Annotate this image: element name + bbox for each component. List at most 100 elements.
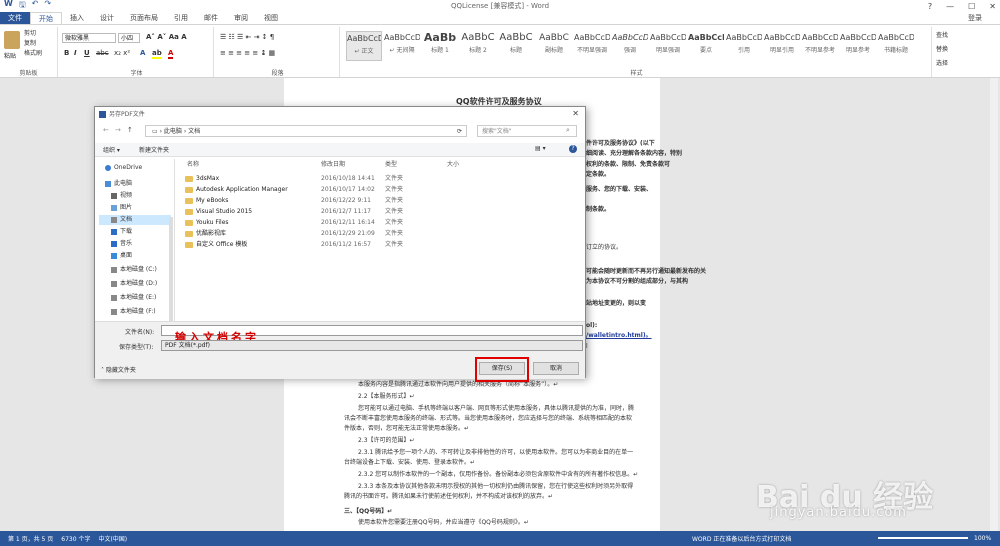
font-size-select[interactable]: 小四 <box>118 33 140 43</box>
login-link[interactable]: 登录 <box>968 13 982 23</box>
style-item[interactable]: AaBbCcDd书籍标题 <box>878 31 914 61</box>
nav-onedrive[interactable]: OneDrive <box>105 163 142 173</box>
style-item[interactable]: AaBbCcDd强调 <box>612 31 648 61</box>
back-icon[interactable]: ← <box>103 126 109 134</box>
italic-icon[interactable]: I <box>74 49 77 57</box>
nav-drive-e[interactable]: 本地磁盘 (E:) <box>111 293 156 303</box>
nav-documents[interactable]: 文档 <box>99 215 171 225</box>
vertical-scrollbar[interactable] <box>990 78 998 531</box>
nav-desktop[interactable]: 桌面 <box>111 251 132 261</box>
select-button[interactable]: 选择 <box>936 59 1000 69</box>
breadcrumb-documents[interactable]: 文档 <box>188 128 200 135</box>
style-item[interactable]: AaBbC 标题 2 <box>460 31 496 61</box>
font-color-icon[interactable]: A <box>168 49 174 59</box>
cut-button[interactable]: 剪切 <box>24 29 42 39</box>
copy-button[interactable]: 复制 <box>24 39 42 49</box>
page-count[interactable]: 第 1 页，共 5 页 <box>8 534 53 543</box>
new-folder-button[interactable]: 新建文件夹 <box>139 145 169 154</box>
hide-folders-toggle[interactable]: ˄ 隐藏文件夹 <box>101 365 136 374</box>
zoom-slider[interactable] <box>878 537 968 539</box>
grow-font-icon[interactable]: A˄ A˅ Aa A <box>146 33 187 41</box>
bullets-icon[interactable]: ☰ ☷ ☰ ⇤ ⇥ ↕ ¶ <box>220 33 274 41</box>
style-item[interactable]: AaBbCcDd要点 <box>688 31 724 61</box>
nav-music[interactable]: 音乐 <box>111 239 132 249</box>
column-size[interactable]: 大小 <box>447 159 459 168</box>
file-row[interactable]: Visual Studio 2015 2016/12/7 11:17 文件夹 <box>179 206 479 217</box>
nav-downloads[interactable]: 下载 <box>111 227 132 237</box>
file-row[interactable]: Autodesk Application Manager 2016/10/17 1… <box>179 184 479 195</box>
nav-drive-c[interactable]: 本地磁盘 (C:) <box>111 265 157 275</box>
style-item[interactable]: AaBbC 副标题 <box>536 31 572 61</box>
doc-link[interactable]: /walletintro.html)。 <box>586 332 652 340</box>
nav-videos[interactable]: 视频 <box>111 191 132 201</box>
maximize-icon[interactable]: ☐ <box>968 2 975 11</box>
bold-icon[interactable]: B <box>64 49 69 57</box>
nav-this-pc[interactable]: 此电脑 <box>105 179 132 189</box>
address-bar[interactable]: ▭ › 此电脑 › 文档 ⟳ <box>145 125 467 137</box>
help-icon[interactable]: ? <box>569 145 577 153</box>
font-name-select[interactable]: 微软雅黑 <box>62 33 116 43</box>
text-effects-icon[interactable]: A <box>140 49 145 57</box>
nav-drive-f[interactable]: 本地磁盘 (F:) <box>111 307 156 317</box>
style-item[interactable]: AaBbCcDd引用 <box>726 31 762 61</box>
subscript-icon[interactable]: x₂ x² <box>114 49 130 57</box>
style-item[interactable]: AaBbC 标题 <box>498 31 534 61</box>
underline-icon[interactable]: U <box>84 49 90 57</box>
up-icon[interactable]: ↑ <box>127 126 133 134</box>
organize-button[interactable]: 组织 ▾ <box>103 145 120 154</box>
video-icon <box>111 192 117 199</box>
minimize-icon[interactable]: — <box>946 2 954 11</box>
word-count[interactable]: 6730 个字 <box>61 534 90 543</box>
breadcrumb-pc[interactable]: 此电脑 <box>164 128 182 135</box>
tab-insert[interactable]: 插入 <box>62 12 92 24</box>
tab-view[interactable]: 视图 <box>256 12 286 24</box>
style-item[interactable]: AaBbCcDd↵ 正文 <box>346 31 382 61</box>
help-icon[interactable]: ? <box>928 2 932 11</box>
tab-layout[interactable]: 页面布局 <box>122 12 166 24</box>
paste-icon[interactable] <box>4 31 20 49</box>
style-item[interactable]: AaBbCcDd不明显参考 <box>802 31 838 61</box>
view-options-icon[interactable]: ▤ ▾ <box>535 145 546 152</box>
column-name[interactable]: 名称 <box>187 159 199 168</box>
column-date[interactable]: 修改日期 <box>321 159 345 168</box>
style-item[interactable]: AaBbCcDd明显强调 <box>650 31 686 61</box>
tab-home[interactable]: 开始 <box>30 12 62 24</box>
tab-mailings[interactable]: 邮件 <box>196 12 226 24</box>
tab-references[interactable]: 引用 <box>166 12 196 24</box>
style-item[interactable]: AaBb 标题 1 <box>422 31 458 61</box>
format-painter-button[interactable]: 格式刷 <box>24 49 42 59</box>
nav-drive-d[interactable]: 本地磁盘 (D:) <box>111 279 157 289</box>
file-row[interactable]: 3dsMax 2016/10/18 14:41 文件夹 <box>179 173 479 184</box>
highlight-icon[interactable]: ab <box>152 49 162 59</box>
file-row[interactable]: Youku Files 2016/12/11 16:14 文件夹 <box>179 217 479 228</box>
style-item[interactable]: AaBbCcDd↵ 无间隔 <box>384 31 420 61</box>
search-input[interactable]: 搜索"文档" <box>477 125 577 137</box>
filetype-select[interactable]: PDF 文档(*.pdf) <box>161 340 583 351</box>
file-row[interactable]: My eBooks 2016/12/22 9:11 文件夹 <box>179 195 479 206</box>
replace-button[interactable]: 替换 <box>936 45 1000 55</box>
zoom-level[interactable]: 100% <box>974 535 991 542</box>
paste-button[interactable]: 粘贴 <box>4 51 16 60</box>
nav-pictures[interactable]: 图片 <box>111 203 132 213</box>
refresh-icon[interactable]: ⟳ <box>457 126 462 137</box>
file-row[interactable]: 优酷影视库 2016/12/29 21:09 文件夹 <box>179 228 479 239</box>
folder-icon <box>185 186 193 193</box>
tab-design[interactable]: 设计 <box>92 12 122 24</box>
close-icon[interactable]: ✕ <box>989 2 996 11</box>
align-left-icon[interactable]: ≡ ≡ ≡ ≡ ≡ ↨ ▦ <box>220 49 275 57</box>
style-item[interactable]: AaBbCcDd不明显强调 <box>574 31 610 61</box>
status-bar: 第 1 页，共 5 页 6730 个字 中文(中国) WORD 正在准备以后台方… <box>0 531 1000 546</box>
file-row[interactable]: 自定义 Office 模板 2016/11/2 16:57 文件夹 <box>179 239 479 250</box>
strikethrough-icon[interactable]: abc <box>96 49 109 57</box>
forward-icon[interactable]: → <box>115 126 121 134</box>
tab-file[interactable]: 文件 <box>0 12 30 24</box>
search-icon[interactable]: ⌕ <box>566 126 570 135</box>
tab-review[interactable]: 审阅 <box>226 12 256 24</box>
cancel-button[interactable]: 取消 <box>533 362 579 375</box>
style-item[interactable]: AaBbCcDd明显引用 <box>764 31 800 61</box>
close-icon[interactable]: ✕ <box>572 109 579 118</box>
language-indicator[interactable]: 中文(中国) <box>98 534 127 543</box>
column-type[interactable]: 类型 <box>385 159 397 168</box>
style-item[interactable]: AaBbCcDd明显参考 <box>840 31 876 61</box>
find-button[interactable]: 查找 <box>936 31 1000 41</box>
